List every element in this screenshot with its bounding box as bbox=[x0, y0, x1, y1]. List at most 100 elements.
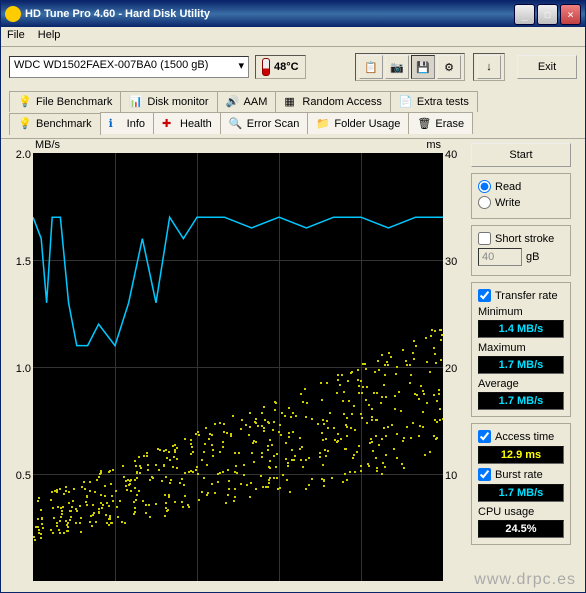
health-icon: ✚ bbox=[162, 117, 176, 131]
access-time-dot bbox=[360, 380, 362, 382]
access-time-dot bbox=[396, 433, 398, 435]
access-time-dot bbox=[375, 457, 377, 459]
tab-folder-usage[interactable]: 📁Folder Usage bbox=[307, 112, 409, 134]
access-time-dot bbox=[347, 380, 349, 382]
access-time-dot bbox=[125, 485, 127, 487]
menu-file[interactable]: File bbox=[7, 29, 25, 41]
menu-help[interactable]: Help bbox=[38, 29, 61, 41]
start-button[interactable]: Start bbox=[471, 143, 571, 167]
access-time-dot bbox=[360, 413, 362, 415]
mode-panel: Read Write bbox=[471, 173, 571, 219]
minimize-tray-button[interactable]: ↓ bbox=[477, 55, 501, 79]
access-time-dot bbox=[286, 479, 288, 481]
y-left-tick: 1.0 bbox=[16, 363, 31, 375]
access-time-dot bbox=[354, 429, 356, 431]
exit-button[interactable]: Exit bbox=[517, 55, 577, 79]
access-time-dot bbox=[422, 411, 424, 413]
access-time-dot bbox=[192, 471, 194, 473]
tab-info[interactable]: ℹInfo bbox=[100, 112, 154, 134]
burst-checkbox[interactable] bbox=[478, 468, 491, 481]
access-time-dot bbox=[400, 410, 402, 412]
access-time-dot bbox=[115, 490, 117, 492]
tab-random-access[interactable]: ▦Random Access bbox=[275, 91, 390, 112]
access-time-dot bbox=[405, 360, 407, 362]
tab-health[interactable]: ✚Health bbox=[153, 112, 221, 134]
access-time-dot bbox=[339, 384, 341, 386]
access-time-dot bbox=[434, 330, 436, 332]
tab-file-benchmark[interactable]: 💡File Benchmark bbox=[9, 91, 121, 112]
access-time-dot bbox=[429, 371, 431, 373]
options-button[interactable]: ⚙ bbox=[437, 55, 461, 79]
access-time-dot bbox=[37, 500, 39, 502]
access-time-dot bbox=[130, 479, 132, 481]
access-time-dot bbox=[54, 490, 56, 492]
screenshot-button[interactable]: 📷 bbox=[385, 55, 409, 79]
access-time-dot bbox=[34, 539, 36, 541]
access-time-dot bbox=[40, 537, 42, 539]
minimum-label: Minimum bbox=[478, 306, 564, 318]
access-time-dot bbox=[340, 438, 342, 440]
access-time-dot bbox=[222, 446, 224, 448]
write-radio[interactable] bbox=[478, 196, 491, 209]
access-time-dot bbox=[174, 444, 176, 446]
tab-error-scan[interactable]: 🔍Error Scan bbox=[220, 112, 309, 134]
access-checkbox[interactable] bbox=[478, 430, 491, 443]
short-stroke-checkbox[interactable] bbox=[478, 232, 491, 245]
access-time-dot bbox=[302, 466, 304, 468]
access-time-dot bbox=[219, 451, 221, 453]
tab-aam[interactable]: 🔊AAM bbox=[217, 91, 277, 112]
access-time-dot bbox=[195, 469, 197, 471]
access-time-dot bbox=[406, 426, 408, 428]
tab-disk-monitor[interactable]: 📊Disk monitor bbox=[120, 91, 217, 112]
transfer-checkbox[interactable] bbox=[478, 289, 491, 302]
access-time-dot bbox=[198, 434, 200, 436]
access-time-dot bbox=[322, 419, 324, 421]
access-time-dot bbox=[70, 516, 72, 518]
access-time-dot bbox=[95, 521, 97, 523]
transfer-label: Transfer rate bbox=[495, 290, 558, 302]
maximize-button[interactable]: ☐ bbox=[537, 4, 558, 25]
access-time-dot bbox=[267, 486, 269, 488]
maximum-label: Maximum bbox=[478, 342, 564, 354]
access-time-dot bbox=[134, 507, 136, 509]
erase-icon: 🗑 bbox=[417, 117, 431, 131]
access-time-dot bbox=[439, 419, 441, 421]
copy-info-button[interactable]: 📋 bbox=[359, 55, 383, 79]
access-time-dot bbox=[69, 519, 71, 521]
access-time-dot bbox=[241, 419, 243, 421]
access-time-dot bbox=[304, 388, 306, 390]
access-time-dot bbox=[326, 382, 328, 384]
access-time-dot bbox=[133, 513, 135, 515]
y-left-tick: 2.0 bbox=[16, 149, 31, 161]
average-label: Average bbox=[478, 378, 564, 390]
access-time-dot bbox=[279, 424, 281, 426]
access-time-dot bbox=[197, 431, 199, 433]
access-time-dot bbox=[288, 407, 290, 409]
tab-benchmark[interactable]: 💡Benchmark bbox=[9, 113, 101, 135]
access-time-dot bbox=[208, 438, 210, 440]
access-time-dot bbox=[346, 417, 348, 419]
access-time-dot bbox=[66, 524, 68, 526]
toolbar-group-1: 📋 📷 💾 ⚙ bbox=[355, 53, 465, 81]
save-button[interactable]: 💾 bbox=[411, 55, 435, 79]
access-time-dot bbox=[80, 531, 82, 533]
access-time-dot bbox=[331, 477, 333, 479]
access-time-dot bbox=[205, 427, 207, 429]
minimize-button[interactable]: _ bbox=[514, 4, 535, 25]
access-time-dot bbox=[383, 427, 385, 429]
close-button[interactable]: × bbox=[560, 4, 581, 25]
access-time-dot bbox=[71, 506, 73, 508]
access-time-dot bbox=[376, 419, 378, 421]
minimum-value: 1.4 MB/s bbox=[478, 320, 564, 338]
drive-select[interactable]: WDC WD1502FAEX-007BA0 (1500 gB) ▾ bbox=[9, 56, 249, 78]
access-time-dot bbox=[284, 415, 286, 417]
access-time-dot bbox=[440, 359, 442, 361]
access-time-dot bbox=[273, 421, 275, 423]
read-radio[interactable] bbox=[478, 180, 491, 193]
burst-value: 1.7 MB/s bbox=[478, 484, 564, 502]
thermometer-icon bbox=[262, 58, 270, 76]
access-value: 12.9 ms bbox=[478, 446, 564, 464]
tab-extra-tests[interactable]: 📄Extra tests bbox=[390, 91, 478, 112]
access-time-dot bbox=[346, 479, 348, 481]
tab-erase[interactable]: 🗑Erase bbox=[408, 112, 473, 134]
